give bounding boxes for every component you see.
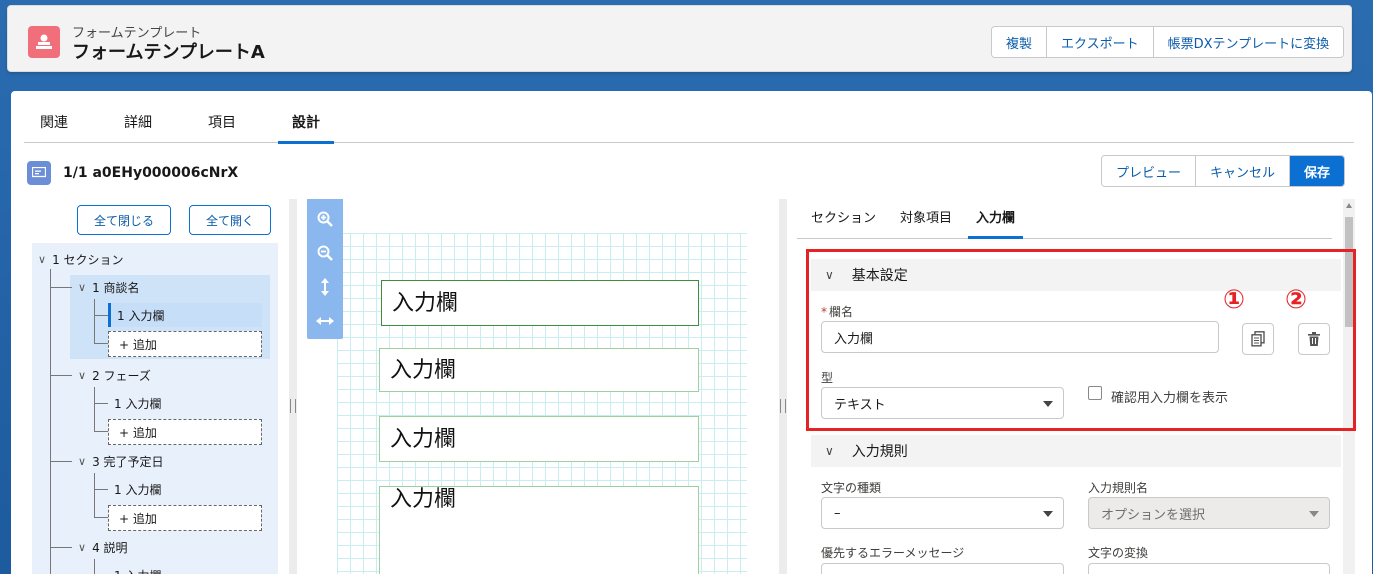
cancel-button[interactable]: キャンセル	[1195, 156, 1290, 186]
tree-connector	[94, 387, 95, 431]
tab-details[interactable]: 詳細	[96, 103, 180, 143]
tree-add-input[interactable]: + 追加	[108, 419, 262, 445]
tree-node-input[interactable]: 1 入力欄	[114, 391, 161, 415]
chevron-down-icon: ∨	[38, 252, 47, 266]
input-rules-header[interactable]: ∨ 入力規則	[811, 435, 1341, 467]
expand-all-button[interactable]: 全て開く	[189, 205, 272, 235]
tree-node-input[interactable]: 1 入力欄	[114, 563, 161, 574]
tree-connector	[94, 517, 108, 518]
chevron-down-icon: ∨	[78, 540, 87, 554]
tree-node-field[interactable]: ∨ 2 フェーズ	[78, 363, 151, 387]
design-canvas: 入力欄 入力欄 入力欄 入力欄	[307, 199, 777, 574]
error-message-label: 優先するエラーメッセージ	[821, 546, 965, 560]
form-template-icon	[28, 26, 60, 58]
tree-node-field[interactable]: ∨ 4 説明	[78, 535, 128, 559]
panel-resize-handle[interactable]	[289, 199, 297, 574]
tab-related[interactable]: 関連	[24, 103, 96, 143]
error-message-input[interactable]	[821, 563, 1064, 574]
tree-connector	[50, 547, 72, 548]
canvas-toolbar	[307, 199, 343, 339]
tree-connector	[94, 343, 108, 344]
chevron-down-icon: ∨	[825, 444, 834, 458]
dropdown-caret-icon	[1309, 511, 1319, 517]
main-card: 関連 詳細 項目 設計 1/1 a0EHy000006cNrX プレビュー キャ…	[11, 91, 1372, 574]
structure-tree-panel: 全て閉じる 全て開く ∨ 1 セクション ∨ 1 商談名 1 入力欄 + 追加	[27, 199, 287, 574]
highlight-annotation	[806, 249, 1356, 431]
fit-width-icon[interactable]	[315, 311, 335, 331]
record-id: 1/1 a0EHy000006cNrX	[63, 165, 239, 181]
tree-connector	[94, 403, 108, 404]
tree-node-section[interactable]: ∨ 1 セクション	[38, 247, 124, 271]
tree-add-input[interactable]: + 追加	[108, 505, 262, 531]
zoom-in-icon[interactable]	[315, 209, 335, 229]
chevron-down-icon: ∨	[78, 368, 87, 382]
scroll-up-icon[interactable]	[1346, 203, 1352, 208]
record-header: フォームテンプレート フォームテンプレートA 複製 エクスポート 帳票DXテンプ…	[7, 5, 1352, 72]
design-actions: プレビュー キャンセル 保存	[1101, 155, 1346, 187]
record-indicator: 1/1 a0EHy000006cNrX	[27, 161, 238, 185]
tree-connector	[94, 431, 108, 432]
tab-input-field[interactable]: 入力欄	[964, 199, 1027, 239]
canvas-field-box[interactable]: 入力欄	[379, 486, 699, 574]
tree-connector	[94, 473, 95, 517]
tree-node-input[interactable]: 1 入力欄	[114, 477, 161, 501]
dropdown-caret-icon	[1043, 511, 1053, 517]
properties-tabs: セクション 対象項目 入力欄	[797, 199, 1332, 239]
tab-target-field[interactable]: 対象項目	[888, 199, 964, 238]
canvas-field-box[interactable]: 入力欄	[379, 348, 699, 392]
tab-fields[interactable]: 項目	[180, 103, 264, 143]
record-title: フォームテンプレートA	[72, 42, 265, 63]
char-convert-label: 文字の変換	[1088, 546, 1149, 560]
tab-section[interactable]: セクション	[797, 199, 888, 238]
fit-height-icon[interactable]	[315, 277, 335, 297]
properties-panel: セクション 対象項目 入力欄 ∨ 基本設定 * 欄名 入力欄 ① ② 型 テキスト	[797, 199, 1357, 574]
chevron-down-icon: ∨	[78, 454, 87, 468]
header-actions: 複製 エクスポート 帳票DXテンプレートに変換	[991, 26, 1345, 58]
tree-connector	[94, 559, 95, 574]
tree-connector	[94, 489, 108, 490]
structure-tree: ∨ 1 セクション ∨ 1 商談名 1 入力欄 + 追加 ∨ 2 フェーズ 1 …	[32, 243, 278, 574]
tree-connector	[50, 269, 51, 574]
tree-add-input[interactable]: + 追加	[108, 331, 262, 357]
canvas-field-box[interactable]: 入力欄	[379, 416, 699, 462]
zoom-out-icon[interactable]	[315, 243, 335, 263]
save-button[interactable]: 保存	[1289, 156, 1345, 186]
tree-connector	[50, 461, 72, 462]
export-button[interactable]: エクスポート	[1046, 27, 1153, 57]
tree-node-field[interactable]: ∨ 1 商談名	[78, 275, 140, 299]
char-type-select[interactable]: –	[821, 497, 1064, 529]
tree-connector	[50, 287, 72, 288]
canvas-field-box-selected[interactable]: 入力欄	[381, 280, 699, 326]
char-type-label: 文字の種類	[821, 481, 882, 495]
rule-name-label: 入力規則名	[1088, 481, 1149, 495]
tree-connector	[94, 299, 95, 343]
tree-connector	[94, 315, 108, 316]
tree-node-input-selected[interactable]: 1 入力欄	[108, 303, 262, 327]
chevron-down-icon: ∨	[78, 280, 87, 294]
tree-connector	[50, 375, 72, 376]
rule-name-select: オプションを選択	[1088, 497, 1330, 529]
record-icon	[27, 161, 51, 185]
tab-design[interactable]: 設計	[264, 103, 348, 144]
record-tabs: 関連 詳細 項目 設計	[24, 103, 1354, 144]
tree-node-field[interactable]: ∨ 3 完了予定日	[78, 449, 164, 473]
char-convert-select[interactable]	[1088, 563, 1330, 574]
convert-template-button[interactable]: 帳票DXテンプレートに変換	[1152, 27, 1344, 57]
panel-resize-handle[interactable]	[779, 199, 787, 574]
preview-button[interactable]: プレビュー	[1102, 156, 1196, 186]
clone-button[interactable]: 複製	[992, 27, 1047, 57]
collapse-all-button[interactable]: 全て閉じる	[77, 205, 172, 235]
